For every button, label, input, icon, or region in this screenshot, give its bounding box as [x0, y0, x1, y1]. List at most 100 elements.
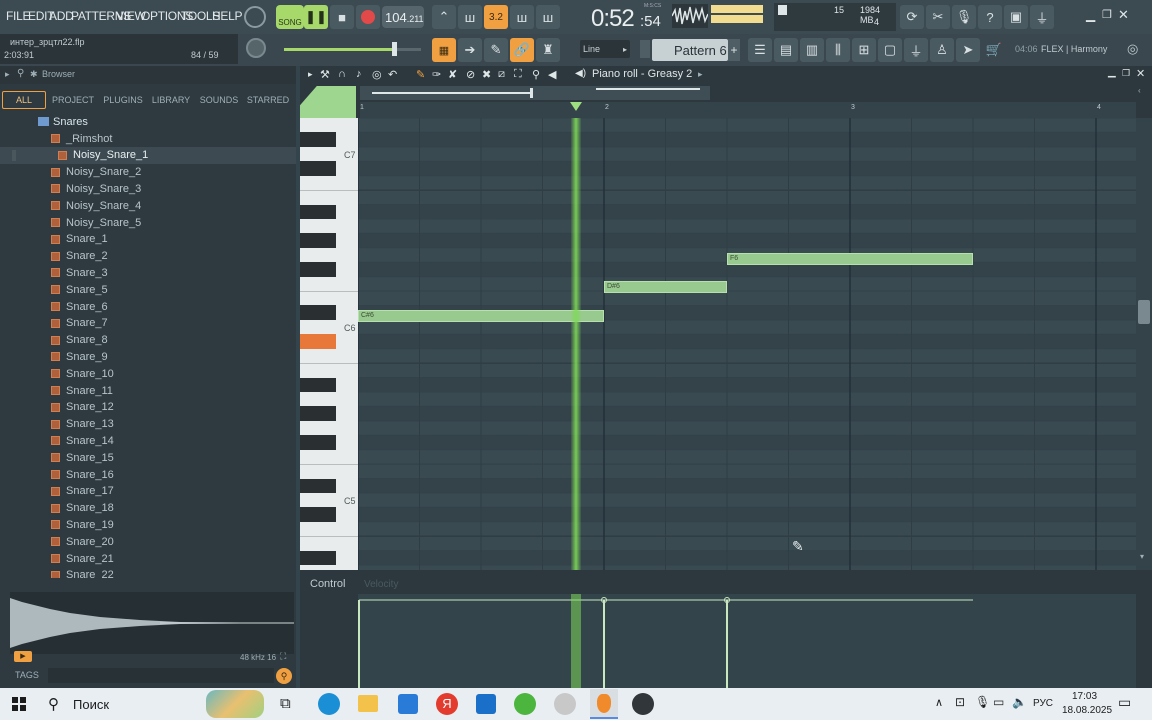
obs-icon[interactable] — [632, 693, 654, 715]
pr-channel-speaker-icon[interactable]: ◀) — [575, 68, 586, 79]
preview-play-button[interactable]: ▶ — [14, 651, 32, 662]
mute-tool-icon[interactable]: ⊘ — [466, 68, 475, 81]
black-key[interactable] — [300, 132, 336, 147]
scroll-handle[interactable] — [530, 88, 533, 98]
undo-history-button[interactable]: ⟳ — [900, 5, 924, 29]
arrow-button[interactable]: ➔ — [458, 38, 482, 62]
app-icon[interactable] — [554, 693, 576, 715]
mixer-button[interactable]: ▥ — [800, 38, 824, 62]
control-label[interactable]: Control — [310, 578, 345, 590]
minimize-icon[interactable]: ▁ — [1086, 8, 1095, 22]
speaker-icon[interactable]: ◀ — [548, 68, 556, 81]
browser-file-item[interactable]: Noisy_Snare_4 — [0, 197, 296, 214]
utorrent-icon[interactable] — [514, 693, 536, 715]
black-key[interactable] — [300, 507, 336, 522]
pr-minimize-icon[interactable]: ▁ — [1108, 67, 1116, 78]
browser-file-item[interactable]: Snare_2 — [0, 248, 296, 265]
browser-file-item[interactable]: Noisy_Snare_2 — [0, 164, 296, 181]
browser-file-item[interactable]: Snare_19 — [0, 516, 296, 533]
zoom-tool-icon[interactable]: ⚲ — [532, 68, 540, 81]
outlook-icon[interactable] — [476, 694, 496, 714]
pr-arrow-icon[interactable]: ▸ — [308, 69, 313, 80]
note-grid[interactable]: C#6 D#6 F6 — [358, 118, 1136, 570]
countdown-button[interactable]: 3.2 — [484, 5, 508, 29]
tray-chevron-icon[interactable]: ∧ — [935, 696, 943, 709]
song-mode-toggle[interactable]: SONG — [276, 5, 304, 29]
browser-file-item[interactable]: Noisy_Snare_1 — [0, 146, 296, 164]
browser-file-item[interactable]: Snare_17 — [0, 483, 296, 500]
tray-network-icon[interactable]: ⊡ — [955, 695, 965, 709]
browser-file-item[interactable]: Snare_11 — [0, 382, 296, 399]
browser-file-item[interactable]: Snare_1 — [0, 231, 296, 248]
browser-file-item[interactable]: Snare_14 — [0, 432, 296, 449]
time-display[interactable]: 0:52 :54 M:S:CS — [588, 2, 666, 32]
tags-field[interactable] — [48, 668, 274, 683]
sliders-button[interactable]: ⫼ — [826, 38, 850, 62]
record-circle-icon[interactable]: ◎ — [372, 68, 382, 81]
note-c#6[interactable]: C#6 — [358, 310, 604, 322]
folder-snares[interactable]: Snares — [0, 113, 296, 130]
restore-icon[interactable]: ❐ — [1102, 8, 1112, 21]
loop-record-button[interactable]: ш — [536, 5, 560, 29]
explorer-icon[interactable] — [358, 695, 378, 712]
black-key[interactable] — [300, 305, 336, 320]
menu-file[interactable]: FILE — [6, 9, 30, 23]
browser-file-item[interactable]: Snare_13 — [0, 416, 296, 433]
note-d#6[interactable]: D#6 — [604, 281, 727, 293]
pr-restore-icon[interactable]: ❐ — [1122, 68, 1130, 79]
draw-tool-button[interactable]: ✎ — [484, 38, 508, 62]
channel-rack-button[interactable]: ▤ — [774, 38, 798, 62]
select-tool-icon[interactable]: ⛶ — [514, 68, 522, 81]
stop-button[interactable]: ■ — [330, 5, 354, 29]
control-param[interactable]: Velocity — [364, 579, 398, 590]
slip-tool-icon[interactable]: ✖ — [482, 68, 491, 81]
cart-button[interactable]: 🛒 — [982, 38, 1006, 62]
browser-arrow-icon[interactable]: ▸ — [5, 69, 10, 80]
browser-tab-starred[interactable]: STARRED — [244, 91, 292, 109]
browser-file-item[interactable]: Snare_21 — [0, 550, 296, 567]
save-button[interactable]: ▣ — [1004, 5, 1028, 29]
velocity-lane[interactable] — [358, 594, 1136, 688]
pr-close-icon[interactable]: ✕ — [1136, 67, 1145, 80]
yandex-icon[interactable]: Я — [436, 693, 458, 715]
globe-icon[interactable]: ◎ — [1127, 41, 1138, 57]
store-icon[interactable] — [398, 694, 418, 714]
browser-file-item[interactable]: Snare_12 — [0, 399, 296, 416]
tempo-display[interactable]: 104.211 — [382, 6, 424, 28]
metronome-button[interactable]: ⌃ — [432, 5, 456, 29]
scroll-down-icon[interactable]: ▾ — [1140, 552, 1144, 561]
browser-tab-all[interactable]: ALL — [2, 91, 46, 109]
horizontal-scrollbar[interactable] — [360, 86, 710, 100]
pencil-tool-icon[interactable]: ✎ — [416, 68, 425, 81]
playhead-marker[interactable] — [570, 102, 582, 111]
tray-date[interactable]: 18.08.2025 — [1062, 705, 1112, 716]
plugin-button[interactable]: ⏚ — [1030, 5, 1054, 29]
browser-file-item[interactable]: _Rimshot — [0, 130, 296, 147]
black-key[interactable] — [300, 377, 336, 392]
add-pattern-button[interactable]: + — [728, 39, 740, 61]
menu-help[interactable]: HELP — [212, 9, 242, 23]
help-button[interactable]: ? — [978, 5, 1002, 29]
master-pitch-slider-track[interactable] — [284, 48, 392, 51]
magnet-icon[interactable]: ∩ — [338, 68, 346, 80]
tray-mic-icon[interactable]: 🎙 — [975, 695, 990, 709]
browser-file-item[interactable]: Noisy_Snare_5 — [0, 214, 296, 231]
black-key[interactable] — [300, 435, 336, 450]
browser-file-item[interactable]: Noisy_Snare_3 — [0, 180, 296, 197]
timeline-ruler[interactable]: 1 2 3 4 — [360, 102, 1136, 118]
templates-button[interactable]: ▢ — [878, 38, 902, 62]
delete-tool-icon[interactable]: ✘ — [448, 68, 457, 81]
tray-language[interactable]: РУС — [1033, 698, 1053, 709]
browser-file-item[interactable]: Snare_6 — [0, 298, 296, 315]
pitch-knob[interactable] — [246, 38, 266, 58]
black-key[interactable] — [300, 204, 336, 219]
slice-tool-icon[interactable]: ⧄ — [498, 68, 505, 81]
browser-file-item[interactable]: Snare_18 — [0, 500, 296, 517]
vertical-scroll-handle[interactable] — [1138, 300, 1150, 324]
note-f6[interactable]: F6 — [727, 253, 973, 265]
browser-tab-sounds[interactable]: SOUNDS — [196, 91, 242, 109]
link-button[interactable]: 🔗 — [510, 38, 534, 62]
fl-studio-taskbar-button[interactable] — [590, 689, 618, 719]
browser-file-item[interactable]: Snare_15 — [0, 449, 296, 466]
performance-button[interactable]: ♙ — [930, 38, 954, 62]
